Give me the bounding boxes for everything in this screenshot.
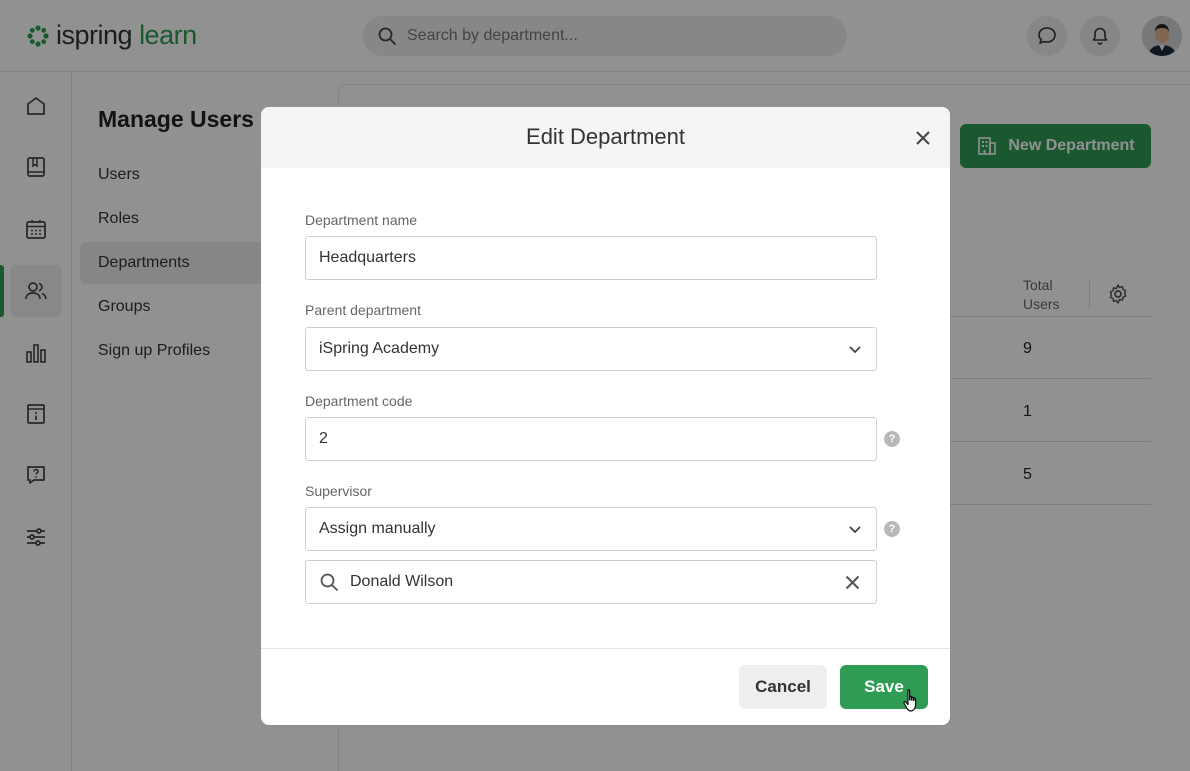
dialog-header: Edit Department [261, 107, 950, 168]
chevron-down-icon [849, 526, 861, 534]
chevron-down-icon [849, 346, 861, 354]
department-code-label: Department code [305, 393, 413, 409]
close-dialog-button[interactable] [912, 127, 934, 149]
department-name-label: Department name [305, 212, 418, 228]
clear-icon[interactable] [845, 575, 860, 590]
parent-department-label: Parent department [305, 302, 421, 318]
cancel-button[interactable]: Cancel [739, 665, 827, 709]
department-name-input[interactable]: Headquarters [305, 236, 877, 280]
department-code-input[interactable]: 2 [305, 417, 877, 461]
edit-department-dialog: Edit Department Department name Headquar… [261, 107, 950, 725]
supervisor-mode-value: Assign manually [319, 520, 436, 537]
parent-department-value: iSpring Academy [319, 340, 440, 357]
hand-pointer-cursor-icon [903, 689, 917, 712]
supervisor-search-input[interactable]: Donald Wilson [305, 560, 877, 604]
department-code-help-icon[interactable]: ? [884, 431, 900, 447]
department-code-value: 2 [319, 430, 328, 447]
close-icon [916, 131, 930, 145]
supervisor-label: Supervisor [305, 483, 372, 499]
dialog-footer-divider [261, 648, 950, 649]
parent-department-select[interactable]: iSpring Academy [305, 327, 877, 371]
department-name-value: Headquarters [319, 249, 416, 266]
supervisor-search-value: Donald Wilson [350, 573, 454, 590]
dialog-title: Edit Department [526, 124, 685, 149]
supervisor-mode-select[interactable]: Assign manually [305, 507, 877, 551]
supervisor-help-icon[interactable]: ? [884, 521, 900, 537]
search-icon [320, 573, 338, 591]
